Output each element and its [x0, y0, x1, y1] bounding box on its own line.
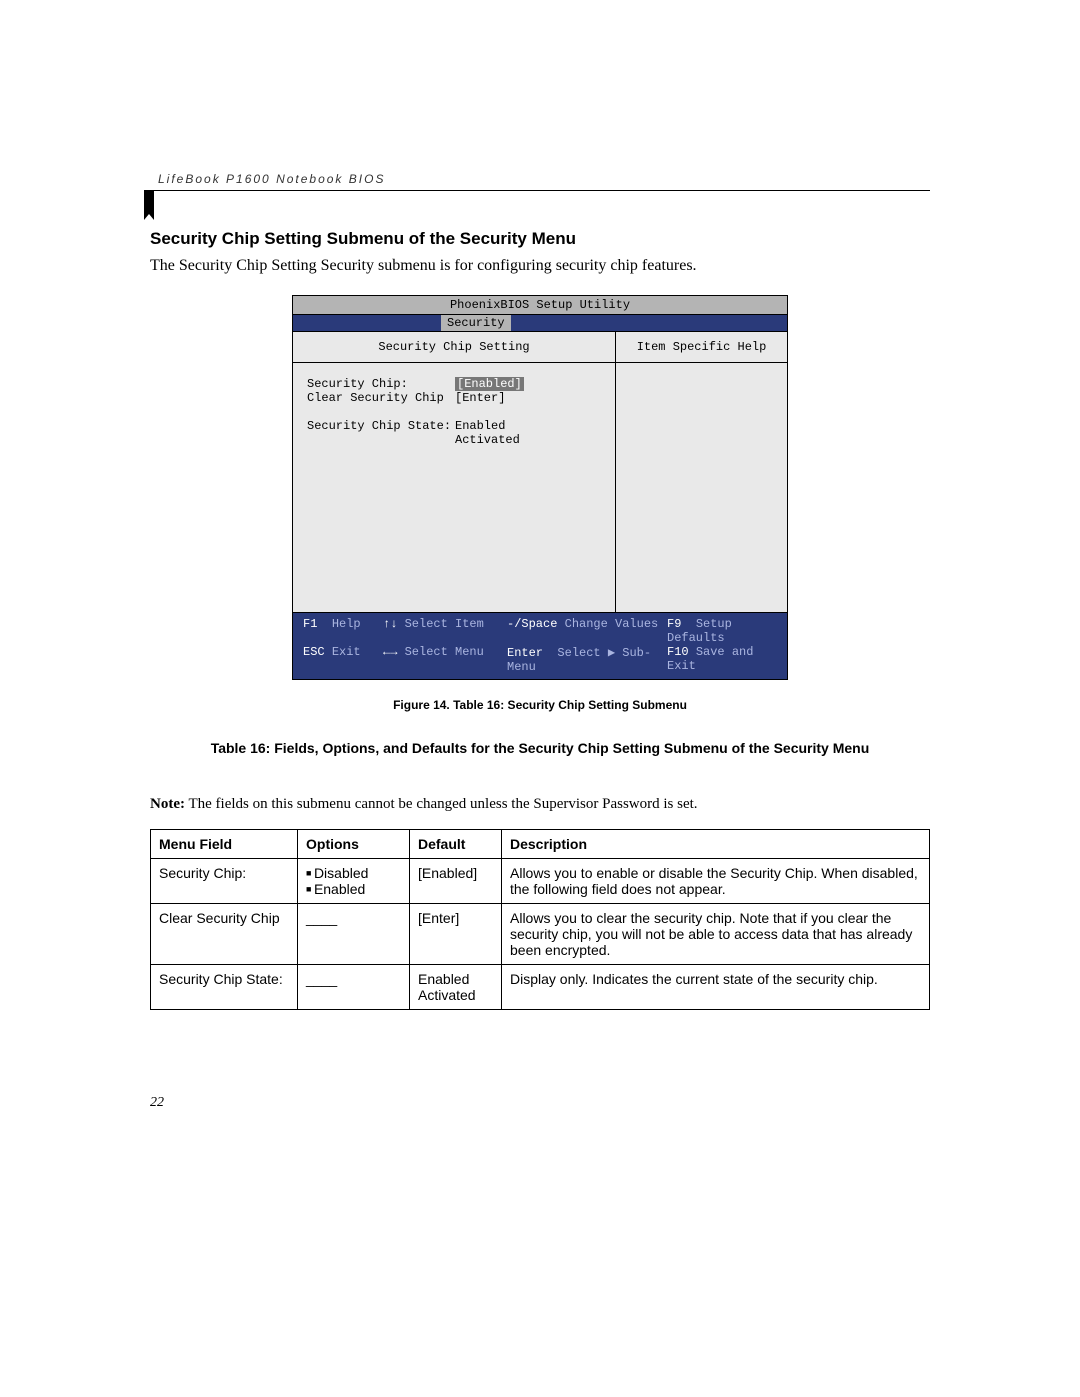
- th-default: Default: [410, 830, 502, 859]
- table-row: Security Chip State: ____ Enabled Activa…: [151, 965, 930, 1010]
- page-number: 22: [150, 1095, 164, 1111]
- bios-value: Activated: [455, 433, 520, 447]
- bios-action-exit: Exit: [332, 645, 361, 659]
- bios-key-updown: ↑↓: [383, 617, 397, 631]
- bios-action-help: Help: [332, 617, 361, 631]
- cell-default: Enabled Activated: [410, 965, 502, 1010]
- bios-menubar: Security: [293, 315, 787, 332]
- cell-menu-field: Security Chip:: [151, 859, 298, 904]
- note-label: Note:: [150, 796, 185, 812]
- cell-options-blank: ____: [298, 965, 410, 1010]
- bios-screenshot: PhoenixBIOS Setup Utility Security Secur…: [292, 295, 788, 680]
- bios-key-space: -/Space: [507, 617, 557, 631]
- cell-description: Allows you to clear the security chip. N…: [502, 904, 930, 965]
- table-row: Security Chip: Disabled Enabled [Enabled…: [151, 859, 930, 904]
- bios-label: Clear Security Chip: [307, 391, 455, 405]
- note-line: Note: The fields on this submenu cannot …: [150, 796, 930, 813]
- cell-options-blank: ____: [298, 904, 410, 965]
- bios-value-selected: [Enabled]: [455, 377, 524, 391]
- bios-field-state-2: Activated: [307, 433, 601, 447]
- cell-options: Disabled Enabled: [298, 859, 410, 904]
- th-options: Options: [298, 830, 410, 859]
- bios-footer: F1 Help ↑↓ Select Item -/Space Change Va…: [293, 612, 787, 679]
- bios-key-f9: F9: [667, 617, 681, 631]
- cell-menu-field: Clear Security Chip: [151, 904, 298, 965]
- section-title: Security Chip Setting Submenu of the Sec…: [150, 229, 930, 249]
- bios-key-leftright: ←→: [383, 645, 397, 659]
- bios-value: Enabled: [455, 419, 505, 433]
- th-description: Description: [502, 830, 930, 859]
- cell-description: Display only. Indicates the current stat…: [502, 965, 930, 1010]
- running-head-line: LifeBook P1600 Notebook BIOS: [150, 170, 930, 191]
- bios-key-f10: F10: [667, 645, 689, 659]
- bios-value: [Enter]: [455, 391, 505, 405]
- table-title: Table 16: Fields, Options, and Defaults …: [150, 740, 930, 756]
- note-text: The fields on this submenu cannot be cha…: [185, 796, 698, 812]
- bios-key-enter: Enter: [507, 646, 543, 660]
- bios-field-state: Security Chip State: Enabled: [307, 419, 601, 433]
- header-marker-icon: [140, 190, 158, 220]
- th-menu-field: Menu Field: [151, 830, 298, 859]
- fields-table: Menu Field Options Default Description S…: [150, 829, 930, 1010]
- bios-key-f1: F1: [303, 617, 317, 631]
- bios-key-esc: ESC: [303, 645, 325, 659]
- bios-label: Security Chip State:: [307, 419, 455, 433]
- option-item: Disabled: [306, 865, 401, 881]
- cell-default: [Enter]: [410, 904, 502, 965]
- cell-menu-field: Security Chip State:: [151, 965, 298, 1010]
- bios-action-change: Change Values: [565, 617, 659, 631]
- option-item: Enabled: [306, 881, 401, 897]
- section-intro: The Security Chip Setting Security subme…: [150, 257, 930, 275]
- bios-action-select-menu: Select Menu: [405, 645, 484, 659]
- figure-caption: Figure 14. Table 16: Security Chip Setti…: [150, 698, 930, 712]
- bios-field-clear-chip: Clear Security Chip [Enter]: [307, 391, 601, 405]
- running-head: LifeBook P1600 Notebook BIOS: [158, 172, 385, 186]
- bios-field-security-chip: Security Chip: [Enabled]: [307, 377, 601, 391]
- bios-label: Security Chip:: [307, 377, 455, 391]
- bios-active-tab: Security: [441, 315, 511, 331]
- table-row: Clear Security Chip ____ [Enter] Allows …: [151, 904, 930, 965]
- cell-description: Allows you to enable or disable the Secu…: [502, 859, 930, 904]
- bios-left-heading: Security Chip Setting: [293, 332, 615, 363]
- bios-action-select-item: Select Item: [405, 617, 484, 631]
- cell-default: [Enabled]: [410, 859, 502, 904]
- bios-utility-title: PhoenixBIOS Setup Utility: [293, 296, 787, 315]
- bios-right-heading: Item Specific Help: [616, 332, 787, 363]
